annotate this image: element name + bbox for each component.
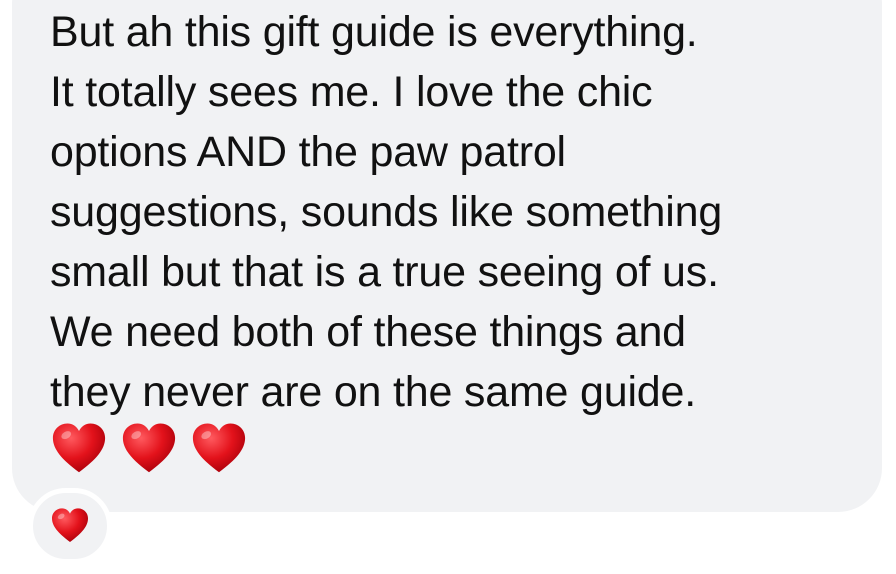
message-line: But ah this gift guide is everything. [50,8,698,56]
red-heart-icon [122,423,176,473]
message-line: suggestions, sounds like something [50,188,723,236]
message-line: It totally sees me. I love the chic [50,68,653,116]
message-line: options AND the paw patrol [50,128,566,176]
red-heart-icon [52,423,106,473]
red-heart-icon [192,423,246,473]
message-line: We need both of these things and [50,308,686,356]
reaction-badge[interactable] [28,488,112,564]
message-line: they never are on the same guide. [50,368,696,416]
message-line: small but that is a true seeing of us. [50,248,719,296]
emoji-row [50,420,248,482]
red-heart-icon [52,508,88,542]
message-text: But ah this gift guide is everything. It… [50,2,870,422]
